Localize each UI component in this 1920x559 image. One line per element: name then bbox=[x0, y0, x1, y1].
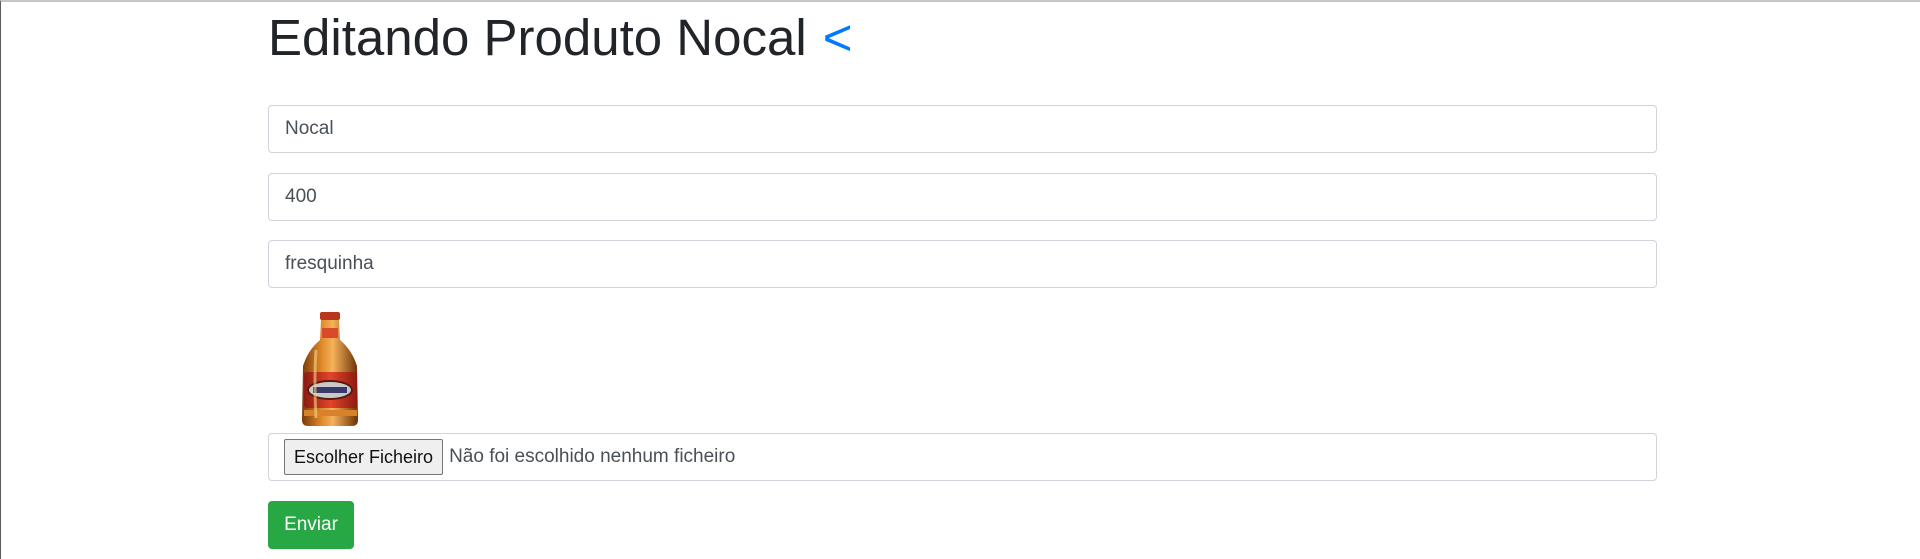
page-title-text: Editando Produto Nocal bbox=[268, 9, 807, 66]
product-price-input[interactable] bbox=[268, 173, 1657, 221]
page-title: Editando Produto Nocal < bbox=[268, 8, 852, 68]
submit-button[interactable]: Enviar bbox=[268, 501, 354, 549]
product-image bbox=[302, 312, 358, 426]
product-name-input[interactable] bbox=[268, 105, 1657, 153]
product-description-input[interactable] bbox=[268, 240, 1657, 288]
browser-viewport: Editando Produto Nocal < Nocal 400 fresq… bbox=[0, 0, 1920, 559]
file-status-text: Não foi escolhido nenhum ficheiro bbox=[449, 446, 736, 467]
back-link[interactable]: < bbox=[823, 9, 853, 66]
file-input: Escolher Ficheiro Não foi escolhido nenh… bbox=[268, 433, 1657, 481]
choose-file-button[interactable]: Escolher Ficheiro bbox=[284, 439, 444, 475]
